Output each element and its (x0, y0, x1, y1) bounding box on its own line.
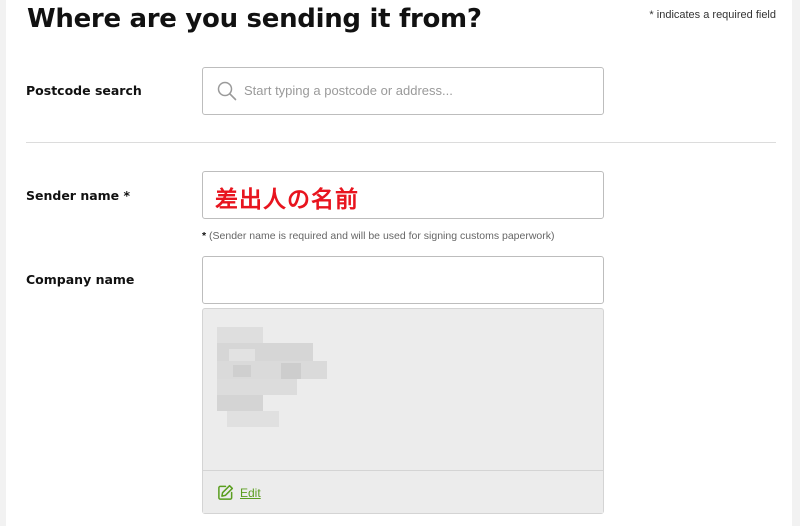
redacted-block (233, 365, 251, 377)
redacted-block (217, 379, 297, 395)
hint-text: (Sender name is required and will be use… (206, 230, 555, 242)
section-divider (26, 142, 776, 143)
address-panel-footer: Edit (203, 470, 603, 513)
edit-address-link[interactable]: Edit (217, 484, 261, 501)
sender-name-input[interactable]: 差出人の名前 (202, 171, 604, 219)
postcode-search-placeholder: Start typing a postcode or address... (244, 83, 453, 98)
page-title: Where are you sending it from? (27, 4, 482, 34)
required-field-note: * indicates a required field (649, 9, 776, 21)
redacted-block (281, 363, 301, 379)
company-name-input[interactable] (202, 256, 604, 304)
address-preview-panel: Edit (202, 308, 604, 514)
redacted-block (227, 411, 279, 427)
redacted-block (217, 327, 263, 343)
sender-name-value: 差出人の名前 (215, 187, 359, 213)
sender-name-label: Sender name * (26, 188, 131, 203)
sender-address-form: Where are you sending it from? * indicat… (6, 0, 792, 526)
postcode-search-input[interactable]: Start typing a postcode or address... (202, 67, 604, 115)
edit-link-label: Edit (240, 485, 261, 500)
sender-name-hint: * (Sender name is required and will be u… (202, 230, 555, 242)
redacted-block (217, 395, 263, 411)
company-name-label: Company name (26, 272, 135, 287)
edit-icon (218, 484, 234, 500)
postcode-search-label: Postcode search (26, 83, 142, 98)
search-icon (217, 81, 237, 101)
